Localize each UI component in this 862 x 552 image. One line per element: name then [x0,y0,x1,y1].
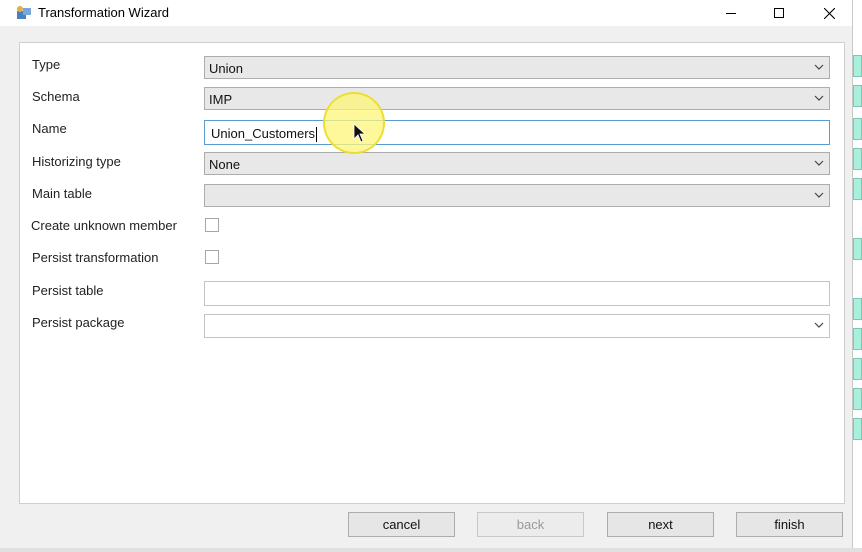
background-tile [853,148,862,170]
name-value: Union_Customers [211,126,316,141]
wizard-app-icon [17,6,31,19]
chevron-down-icon [814,95,824,101]
chevron-down-icon [814,322,824,328]
name-input[interactable]: Union_Customers [204,120,830,145]
schema-label: Schema [32,89,80,104]
close-button[interactable] [806,0,852,26]
name-label: Name [32,121,67,136]
chevron-down-icon [814,160,824,166]
type-label: Type [32,57,61,72]
historizing-type-value: None [209,157,241,172]
historizing-type-dropdown[interactable]: None [204,152,830,175]
chevron-down-icon [814,192,824,198]
cancel-button[interactable]: cancel [348,512,455,537]
maximize-icon [774,8,784,18]
background-tile [853,55,862,77]
finish-button[interactable]: finish [736,512,843,537]
background-tile [853,85,862,107]
persist-table-label: Persist table [32,283,104,298]
minimize-button[interactable] [708,0,754,26]
main-table-dropdown[interactable] [204,184,830,207]
persist-transformation-checkbox[interactable] [205,250,219,264]
background-tile [853,178,862,200]
background-tile [853,298,862,320]
title-bar[interactable]: Transformation Wizard [0,0,852,26]
chevron-down-icon [814,64,824,70]
persist-transformation-label: Persist transformation [32,250,159,265]
background-tile [853,358,862,380]
maximize-button[interactable] [756,0,802,26]
type-value: Union [209,61,243,76]
persist-package-label: Persist package [32,315,125,330]
background-app-strip [852,0,862,552]
minimize-icon [726,13,736,14]
main-table-label: Main table [32,186,92,201]
next-button[interactable]: next [607,512,714,537]
create-unknown-member-label: Create unknown member [31,218,177,233]
mouse-pointer-icon [353,123,367,143]
taskbar-edge [0,548,862,552]
background-tile [853,418,862,440]
close-icon [823,7,835,19]
back-button[interactable]: back [477,512,584,537]
background-tile [853,238,862,260]
window-title: Transformation Wizard [38,5,169,20]
background-tile [853,328,862,350]
form-panel [19,42,845,504]
persist-package-dropdown[interactable] [204,314,830,338]
background-tile [853,388,862,410]
type-dropdown[interactable]: Union [204,56,830,79]
schema-dropdown[interactable]: IMP [204,87,830,110]
persist-table-input[interactable] [204,281,830,306]
create-unknown-member-checkbox[interactable] [205,218,219,232]
schema-value: IMP [209,92,233,107]
background-tile [853,118,862,140]
text-caret [316,127,318,143]
historizing-type-label: Historizing type [32,154,121,169]
